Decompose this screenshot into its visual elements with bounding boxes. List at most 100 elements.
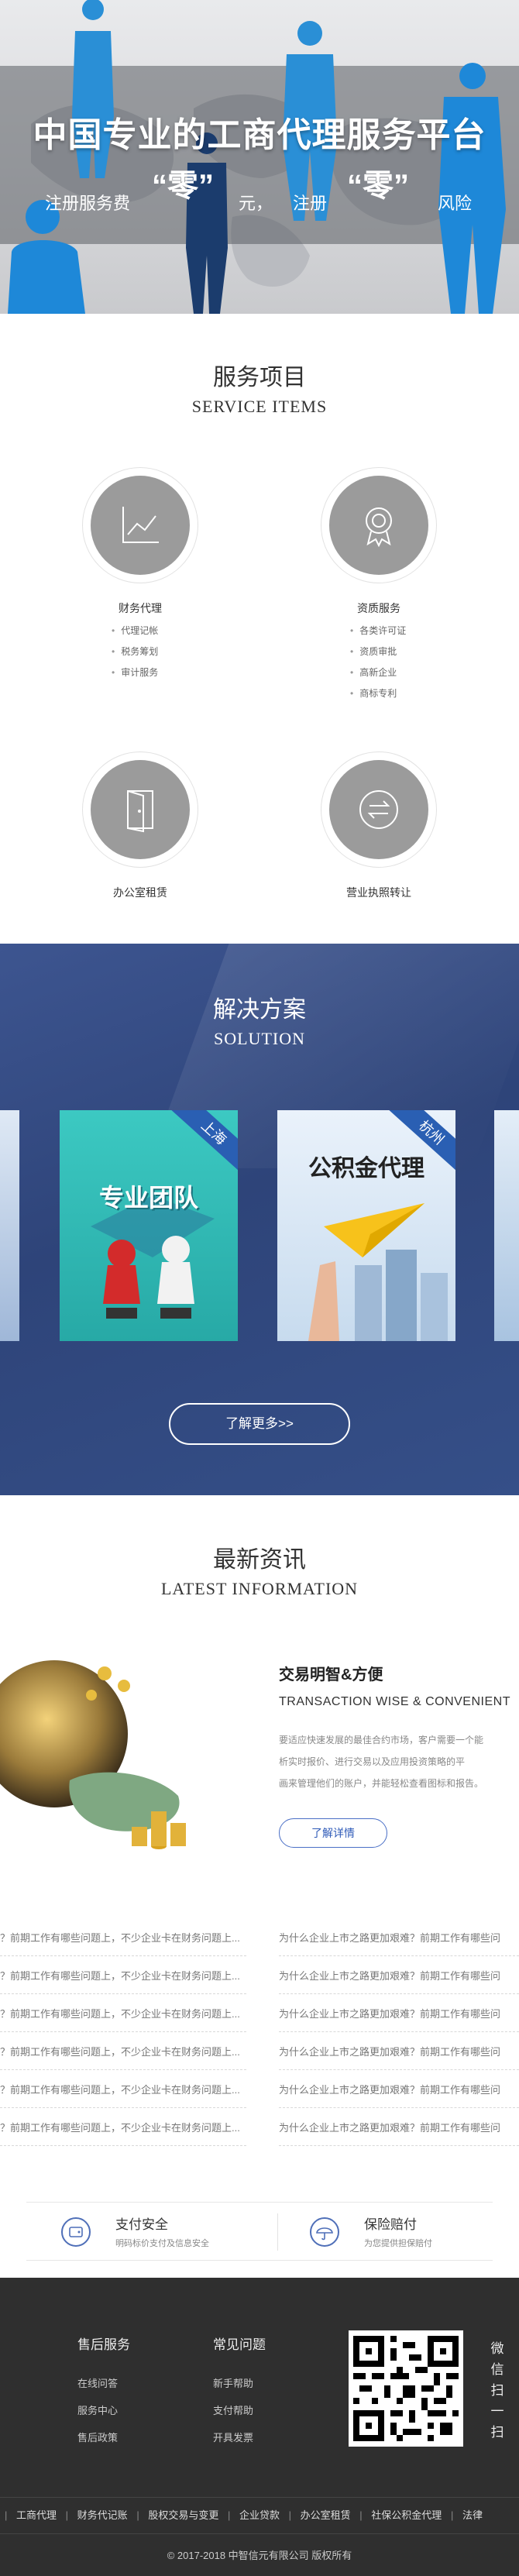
list-item: ？前期工作有哪些问题上，不少企业卡在财务问题上... 为什么企业上市之路更加艰难… bbox=[0, 2034, 519, 2071]
footer-link[interactable]: 股权交易与变更 bbox=[148, 2498, 218, 2533]
footer-link[interactable]: 开具发票 bbox=[213, 2424, 266, 2451]
solution-card-partial-right[interactable] bbox=[494, 1110, 519, 1341]
footer-link[interactable]: 售后政策 bbox=[77, 2424, 130, 2451]
guarantee-bar: 支付安全 明码标价支付及信息安全 保险赔付 为您提供担保赔付 bbox=[26, 2202, 493, 2261]
news-title: 最新资讯 bbox=[213, 1546, 306, 1573]
insurance-desc: 为您提供担保赔付 bbox=[364, 2239, 432, 2248]
footer-link[interactable]: 新手帮助 bbox=[213, 2370, 266, 2397]
wallet-icon bbox=[61, 2217, 91, 2247]
footer-link-bar: | 工商代理 | 财务代记账 | 股权交易与变更 | 企业贷款 | 办公室租赁 … bbox=[0, 2497, 519, 2534]
exchange-icon bbox=[359, 790, 398, 829]
list-item: ？前期工作有哪些问题上，不少企业卡在财务问题上... 为什么企业上市之路更加艰难… bbox=[0, 2110, 519, 2147]
footer-link[interactable]: 办公室租赁 bbox=[301, 2498, 351, 2533]
news-link[interactable]: 为什么企业上市之路更加艰难？前期工作有哪些问 bbox=[279, 2110, 519, 2146]
service-name: 资质服务 bbox=[357, 602, 400, 614]
hero-sub-text: 注册服务费 bbox=[45, 194, 131, 213]
description-line: 析实时报价、进行交易以及应用投资策略的平 bbox=[279, 1756, 466, 1767]
news-link[interactable]: 为什么企业上市之路更加艰难？前期工作有哪些问 bbox=[279, 2034, 519, 2070]
hero-subline: 注册服务费 “零” 元， 注册 “零” 风险 bbox=[0, 169, 519, 221]
footer-column-title: 常见问题 bbox=[213, 2337, 266, 2352]
wechat-qr-code bbox=[349, 2330, 463, 2447]
hero-sub-text: 风险 bbox=[438, 194, 473, 213]
umbrella-icon bbox=[310, 2217, 339, 2247]
solution-card-fund[interactable]: 公积金代理 杭州 bbox=[277, 1110, 455, 1341]
footer-link[interactable]: 在线问答 bbox=[77, 2370, 130, 2397]
list-item: 各类许可证 bbox=[350, 621, 406, 641]
service-name: 办公室租赁 bbox=[113, 886, 167, 899]
list-item: 审计服务 bbox=[112, 662, 158, 683]
description-line: 画来管理他们的账户，并能轻松查看图标和报告。 bbox=[279, 1778, 484, 1789]
services-title: 服务项目 bbox=[213, 364, 306, 391]
list-item: 资质审批 bbox=[350, 641, 406, 662]
news-heading: 最新资讯 LATEST INFORMATION bbox=[0, 1540, 519, 1599]
news-link[interactable]: ？前期工作有哪些问题上，不少企业卡在财务问题上... bbox=[0, 2034, 246, 2070]
card-caption: 专业团队 bbox=[98, 1184, 198, 1212]
service-name: 营业执照转让 bbox=[346, 886, 411, 899]
hero-sub-text: 注册 bbox=[293, 194, 328, 213]
finance-globe-image bbox=[0, 1660, 186, 1849]
view-details-button[interactable]: 了解详情 bbox=[279, 1818, 387, 1848]
list-item: ？前期工作有哪些问题上，不少企业卡在财务问题上... 为什么企业上市之路更加艰难… bbox=[0, 1958, 519, 1995]
solution-title: 解决方案 bbox=[213, 996, 306, 1023]
hero-sub-text: 元， bbox=[239, 194, 273, 213]
news-link[interactable]: ？前期工作有哪些问题上，不少企业卡在财务问题上... bbox=[0, 1996, 246, 2032]
service-bullets: 代理记帐 税务筹划 审计服务 bbox=[112, 621, 158, 683]
hero-headline: 中国专业的工商代理服务平台 bbox=[33, 116, 486, 154]
hero-banner: 中国专业的工商代理服务平台 注册服务费 “零” 元， 注册 “零” 风险 bbox=[0, 0, 519, 314]
news-link[interactable]: 为什么企业上市之路更加艰难？前期工作有哪些问 bbox=[279, 1958, 519, 1994]
news-link[interactable]: ？前期工作有哪些问题上，不少企业卡在财务问题上... bbox=[0, 2110, 246, 2146]
solution-section: 解决方案 SOLUTION 专业团队 上海 公积金代理 杭州 了解更多>> bbox=[0, 944, 519, 1495]
award-icon bbox=[366, 507, 392, 548]
feature-description: 要适应快速发展的最佳合约市场，客户需要一个能 析实时报价、进行交易以及应用投资策… bbox=[279, 1729, 519, 1794]
hero-sub-zero: “零” bbox=[347, 169, 409, 203]
news-link[interactable]: ？前期工作有哪些问题上，不少企业卡在财务问题上... bbox=[0, 2072, 246, 2108]
footer-link[interactable]: 企业贷款 bbox=[239, 2498, 280, 2533]
list-item: 高新企业 bbox=[350, 662, 406, 683]
service-bullets: 各类许可证 资质审批 高新企业 商标专利 bbox=[350, 621, 406, 704]
wechat-scan-label: 微 信 扫 一 扫 bbox=[490, 2341, 504, 2440]
footer-column-title: 售后服务 bbox=[77, 2337, 130, 2352]
footer-column-faq: 常见问题 新手帮助 支付帮助 开具发票 bbox=[213, 2334, 266, 2451]
footer-link[interactable]: 法律 bbox=[462, 2498, 483, 2533]
chart-icon bbox=[122, 507, 159, 543]
list-item: ？前期工作有哪些问题上，不少企业卡在财务问题上... 为什么企业上市之路更加艰难… bbox=[0, 1996, 519, 2033]
payment-safety-desc: 明码标价支付及信息安全 bbox=[115, 2239, 209, 2248]
list-item: 税务筹划 bbox=[112, 641, 158, 662]
list-item: 代理记帐 bbox=[112, 621, 158, 641]
solution-card-partial-left[interactable] bbox=[0, 1110, 19, 1341]
list-item: ？前期工作有哪些问题上，不少企业卡在财务问题上... 为什么企业上市之路更加艰难… bbox=[0, 1920, 519, 1957]
services-heading: 服务项目 SERVICE ITEMS bbox=[0, 358, 519, 417]
description-line: 要适应快速发展的最佳合约市场，客户需要一个能 bbox=[279, 1735, 484, 1745]
solution-heading: 解决方案 SOLUTION bbox=[0, 990, 519, 1049]
news-subtitle: LATEST INFORMATION bbox=[160, 1579, 359, 1598]
door-icon bbox=[127, 790, 153, 833]
services-subtitle: SERVICE ITEMS bbox=[191, 397, 328, 416]
news-link[interactable]: ？前期工作有哪些问题上，不少企业卡在财务问题上... bbox=[0, 1958, 246, 1994]
news-link[interactable]: ？前期工作有哪些问题上，不少企业卡在财务问题上... bbox=[0, 1920, 246, 1956]
footer-link[interactable]: 财务代记账 bbox=[77, 2498, 128, 2533]
solution-card-team[interactable]: 专业团队 上海 bbox=[60, 1110, 238, 1341]
news-link[interactable]: 为什么企业上市之路更加艰难？前期工作有哪些问 bbox=[279, 2072, 519, 2108]
insurance-title: 保险赔付 bbox=[364, 2217, 417, 2232]
footer-column-aftersales: 售后服务 在线问答 服务中心 售后政策 bbox=[77, 2334, 130, 2451]
footer-link[interactable]: 工商代理 bbox=[16, 2498, 57, 2533]
learn-more-button[interactable]: 了解更多>> bbox=[169, 1403, 350, 1445]
list-item: 商标专利 bbox=[350, 683, 406, 704]
person-silhouette-center bbox=[186, 132, 228, 314]
divider bbox=[277, 2213, 278, 2251]
list-item: ？前期工作有哪些问题上，不少企业卡在财务问题上... 为什么企业上市之路更加艰难… bbox=[0, 2072, 519, 2109]
payment-safety-title: 支付安全 bbox=[115, 2217, 168, 2232]
news-link[interactable]: 为什么企业上市之路更加艰难？前期工作有哪些问 bbox=[279, 1920, 519, 1956]
copyright: © 2017-2018 中智信元有限公司 版权所有 bbox=[167, 2550, 352, 2561]
service-name: 财务代理 bbox=[119, 602, 162, 614]
feature-title[interactable]: 交易明智&方便 bbox=[279, 1662, 383, 1684]
footer: 售后服务 在线问答 服务中心 售后政策 常见问题 新手帮助 支付帮助 开具发票 … bbox=[0, 2278, 519, 2576]
feature-subtitle: TRANSACTION WISE & CONVENIENT bbox=[279, 1695, 510, 1708]
footer-link[interactable]: 社保公积金代理 bbox=[371, 2498, 442, 2533]
footer-link[interactable]: 支付帮助 bbox=[213, 2397, 266, 2424]
news-link[interactable]: 为什么企业上市之路更加艰难？前期工作有哪些问 bbox=[279, 1996, 519, 2032]
card-caption: 公积金代理 bbox=[308, 1156, 424, 1181]
hero-sub-zero: “零” bbox=[152, 169, 214, 203]
footer-link[interactable]: 服务中心 bbox=[77, 2397, 130, 2424]
solution-subtitle: SOLUTION bbox=[214, 1029, 305, 1048]
